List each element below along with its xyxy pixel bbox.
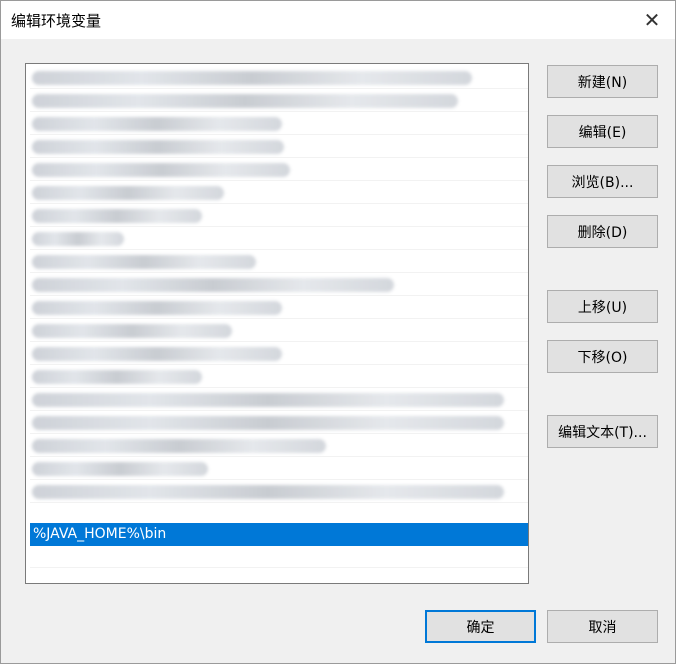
list-item-redacted[interactable] — [30, 136, 528, 158]
list-item-redacted[interactable] — [30, 113, 528, 135]
list-item-selected[interactable]: %JAVA_HOME%\bin — [30, 523, 528, 546]
edit-text-button[interactable]: 编辑文本(T)... — [547, 415, 658, 448]
list-item-redacted[interactable] — [30, 159, 528, 181]
list-item-redacted[interactable] — [30, 435, 528, 457]
list-item-redacted[interactable] — [30, 366, 528, 388]
list-item-redacted[interactable] — [30, 251, 528, 273]
cancel-button[interactable]: 取消 — [547, 610, 658, 643]
delete-button[interactable]: 删除(D) — [547, 215, 658, 248]
close-button[interactable]: ✕ — [629, 1, 675, 39]
title-bar: 编辑环境变量 ✕ — [1, 1, 675, 39]
move-up-button[interactable]: 上移(U) — [547, 290, 658, 323]
browse-button[interactable]: 浏览(B)... — [547, 165, 658, 198]
list-item-redacted[interactable] — [30, 343, 528, 365]
close-icon: ✕ — [643, 8, 661, 32]
list-item-redacted[interactable] — [30, 389, 528, 411]
new-button[interactable]: 新建(N) — [547, 65, 658, 98]
path-entries-list[interactable]: %JAVA_HOME%\bin — [25, 63, 529, 584]
list-item-empty[interactable] — [30, 546, 528, 568]
list-item-redacted[interactable] — [30, 412, 528, 434]
list-item-redacted[interactable] — [30, 67, 528, 89]
list-item-redacted[interactable] — [30, 205, 528, 227]
list-item-redacted[interactable] — [30, 274, 528, 296]
list-item-redacted[interactable] — [30, 481, 528, 503]
list-item-redacted[interactable] — [30, 297, 528, 319]
edit-button[interactable]: 编辑(E) — [547, 115, 658, 148]
window-title: 编辑环境变量 — [11, 12, 102, 30]
move-down-button[interactable]: 下移(O) — [547, 340, 658, 373]
list-item-redacted[interactable] — [30, 228, 528, 250]
ok-button[interactable]: 确定 — [425, 610, 536, 643]
edit-env-variable-dialog: 编辑环境变量 ✕ %JAVA_HOME%\bin 新建(N) 编辑(E) 浏览(… — [0, 0, 676, 664]
list-item-redacted[interactable] — [30, 182, 528, 204]
list-item-redacted[interactable] — [30, 90, 528, 112]
list-item-redacted[interactable] — [30, 458, 528, 480]
list-item-redacted[interactable] — [30, 320, 528, 342]
